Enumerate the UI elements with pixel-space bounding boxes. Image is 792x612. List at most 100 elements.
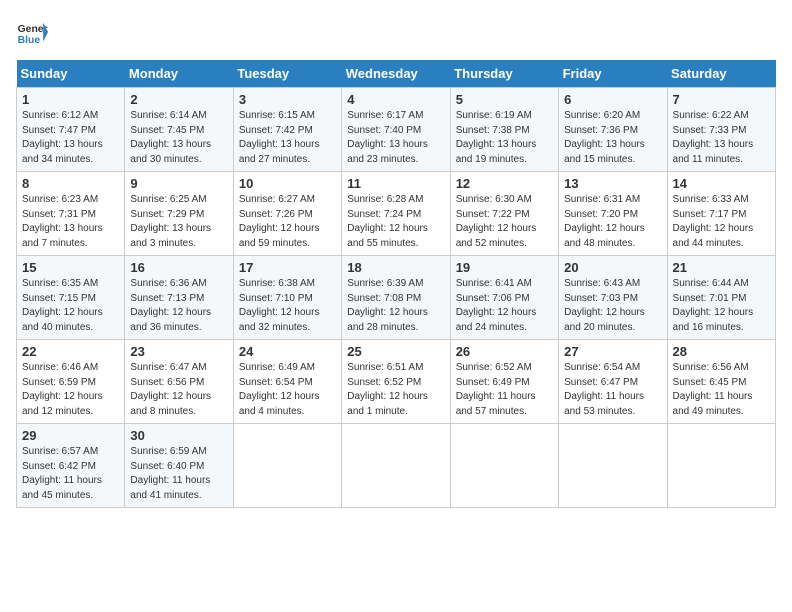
calendar-cell [342,424,450,508]
week-row-3: 15Sunrise: 6:35 AM Sunset: 7:15 PM Dayli… [17,256,776,340]
calendar-cell: 9Sunrise: 6:25 AM Sunset: 7:29 PM Daylig… [125,172,233,256]
calendar-cell: 10 Sunrise: 6:27 AM Sunset: 7:26 PM Dayli… [233,172,341,256]
day-number: 21 [673,260,770,275]
cell-content: Sunrise: 6:46 AM Sunset: 6:59 PM Dayligh… [22,361,119,419]
cell-content: Sunrise: 6:56 AM Sunset: 6:45 PM Dayligh… [673,361,770,419]
calendar-cell: 25Sunrise: 6:51 AM Sunset: 6:52 PM Dayli… [342,340,450,424]
calendar-cell [667,424,775,508]
day-number: 19 [456,260,553,275]
calendar-cell: 30 Sunrise: 6:59 AM Sunset: 6:40 PM Dayli… [125,424,233,508]
calendar-cell: 13 Sunrise: 6:31 AM Sunset: 7:20 PM Dayli… [559,172,667,256]
calendar-cell: 28 Sunrise: 6:56 AM Sunset: 6:45 PM Dayli… [667,340,775,424]
cell-content: Sunrise: 6:52 AM Sunset: 6:49 PM Dayligh… [456,361,553,419]
day-number: 11 [347,176,444,191]
calendar-cell [559,424,667,508]
day-number: 25 [347,344,444,359]
cell-content: Sunrise: 6:15 AM Sunset: 7:42 PM Dayligh… [239,109,336,167]
cell-content: Sunrise: 6:19 AM Sunset: 7:38 PM Dayligh… [456,109,553,167]
day-number: 18 [347,260,444,275]
svg-text:Blue: Blue [18,35,41,46]
cell-content: Sunrise: 6:31 AM Sunset: 7:20 PM Dayligh… [564,193,661,251]
day-number: 4 [347,92,444,107]
calendar-table: SundayMondayTuesdayWednesdayThursdayFrid… [16,60,776,508]
cell-content: Sunrise: 6:35 AM Sunset: 7:15 PM Dayligh… [22,277,119,335]
cell-content: Sunrise: 6:59 AM Sunset: 6:40 PM Dayligh… [130,445,227,503]
day-number: 24 [239,344,336,359]
cell-content: Sunrise: 6:44 AM Sunset: 7:01 PM Dayligh… [673,277,770,335]
cell-content: Sunrise: 6:47 AM Sunset: 6:56 PM Dayligh… [130,361,227,419]
calendar-cell: 5 Sunrise: 6:19 AM Sunset: 7:38 PM Daylig… [450,88,558,172]
page-header: General Blue [16,16,776,48]
cell-content: Sunrise: 6:25 AM Sunset: 7:29 PM Dayligh… [130,193,227,251]
cell-content: Sunrise: 6:30 AM Sunset: 7:22 PM Dayligh… [456,193,553,251]
day-number: 28 [673,344,770,359]
calendar-cell: 14Sunrise: 6:33 AM Sunset: 7:17 PM Dayli… [667,172,775,256]
calendar-cell: 3 Sunrise: 6:15 AM Sunset: 7:42 PM Daylig… [233,88,341,172]
calendar-cell: 29 Sunrise: 6:57 AM Sunset: 6:42 PM Dayli… [17,424,125,508]
week-row-4: 22 Sunrise: 6:46 AM Sunset: 6:59 PM Dayli… [17,340,776,424]
cell-content: Sunrise: 6:38 AM Sunset: 7:10 PM Dayligh… [239,277,336,335]
day-header-monday: Monday [125,60,233,88]
cell-content: Sunrise: 6:57 AM Sunset: 6:42 PM Dayligh… [22,445,119,503]
calendar-cell: 12 Sunrise: 6:30 AM Sunset: 7:22 PM Dayli… [450,172,558,256]
day-number: 23 [130,344,227,359]
day-number: 10 [239,176,336,191]
calendar-cell [450,424,558,508]
calendar-cell: 23 Sunrise: 6:47 AM Sunset: 6:56 PM Dayli… [125,340,233,424]
day-number: 12 [456,176,553,191]
calendar-cell: 26 Sunrise: 6:52 AM Sunset: 6:49 PM Dayli… [450,340,558,424]
calendar-cell: 21 Sunrise: 6:44 AM Sunset: 7:01 PM Dayli… [667,256,775,340]
calendar-cell: 18 Sunrise: 6:39 AM Sunset: 7:08 PM Dayli… [342,256,450,340]
day-number: 22 [22,344,119,359]
day-header-sunday: Sunday [17,60,125,88]
day-number: 6 [564,92,661,107]
day-number: 7 [673,92,770,107]
cell-content: Sunrise: 6:49 AM Sunset: 6:54 PM Dayligh… [239,361,336,419]
calendar-cell: 17 Sunrise: 6:38 AM Sunset: 7:10 PM Dayli… [233,256,341,340]
logo: General Blue [16,16,48,48]
cell-content: Sunrise: 6:28 AM Sunset: 7:24 PM Dayligh… [347,193,444,251]
day-header-saturday: Saturday [667,60,775,88]
day-number: 20 [564,260,661,275]
day-number: 8 [22,176,119,191]
day-number: 1 [22,92,119,107]
cell-content: Sunrise: 6:41 AM Sunset: 7:06 PM Dayligh… [456,277,553,335]
day-number: 3 [239,92,336,107]
calendar-cell: 24 Sunrise: 6:49 AM Sunset: 6:54 PM Dayli… [233,340,341,424]
calendar-cell: 4 Sunrise: 6:17 AM Sunset: 7:40 PM Daylig… [342,88,450,172]
week-row-2: 8 Sunrise: 6:23 AM Sunset: 7:31 PM Daylig… [17,172,776,256]
day-number: 29 [22,428,119,443]
cell-content: Sunrise: 6:17 AM Sunset: 7:40 PM Dayligh… [347,109,444,167]
calendar-cell: 7 Sunrise: 6:22 AM Sunset: 7:33 PM Daylig… [667,88,775,172]
calendar-cell: 16 Sunrise: 6:36 AM Sunset: 7:13 PM Dayli… [125,256,233,340]
calendar-cell: 27 Sunrise: 6:54 AM Sunset: 6:47 PM Dayli… [559,340,667,424]
day-number: 26 [456,344,553,359]
cell-content: Sunrise: 6:12 AM Sunset: 7:47 PM Dayligh… [22,109,119,167]
day-number: 30 [130,428,227,443]
cell-content: Sunrise: 6:54 AM Sunset: 6:47 PM Dayligh… [564,361,661,419]
day-number: 14 [673,176,770,191]
logo-icon: General Blue [16,16,48,48]
calendar-cell: 1 Sunrise: 6:12 AM Sunset: 7:47 PM Daylig… [17,88,125,172]
calendar-cell: 2Sunrise: 6:14 AM Sunset: 7:45 PM Daylig… [125,88,233,172]
cell-content: Sunrise: 6:20 AM Sunset: 7:36 PM Dayligh… [564,109,661,167]
cell-content: Sunrise: 6:27 AM Sunset: 7:26 PM Dayligh… [239,193,336,251]
cell-content: Sunrise: 6:36 AM Sunset: 7:13 PM Dayligh… [130,277,227,335]
day-number: 16 [130,260,227,275]
calendar-cell: 8 Sunrise: 6:23 AM Sunset: 7:31 PM Daylig… [17,172,125,256]
calendar-cell: 11 Sunrise: 6:28 AM Sunset: 7:24 PM Dayli… [342,172,450,256]
day-number: 5 [456,92,553,107]
day-number: 27 [564,344,661,359]
day-header-thursday: Thursday [450,60,558,88]
day-number: 17 [239,260,336,275]
week-row-5: 29 Sunrise: 6:57 AM Sunset: 6:42 PM Dayli… [17,424,776,508]
day-header-friday: Friday [559,60,667,88]
day-number: 13 [564,176,661,191]
cell-content: Sunrise: 6:22 AM Sunset: 7:33 PM Dayligh… [673,109,770,167]
day-header-tuesday: Tuesday [233,60,341,88]
calendar-cell: 22 Sunrise: 6:46 AM Sunset: 6:59 PM Dayli… [17,340,125,424]
calendar-cell: 19 Sunrise: 6:41 AM Sunset: 7:06 PM Dayli… [450,256,558,340]
cell-content: Sunrise: 6:39 AM Sunset: 7:08 PM Dayligh… [347,277,444,335]
day-number: 2 [130,92,227,107]
cell-content: Sunrise: 6:23 AM Sunset: 7:31 PM Dayligh… [22,193,119,251]
